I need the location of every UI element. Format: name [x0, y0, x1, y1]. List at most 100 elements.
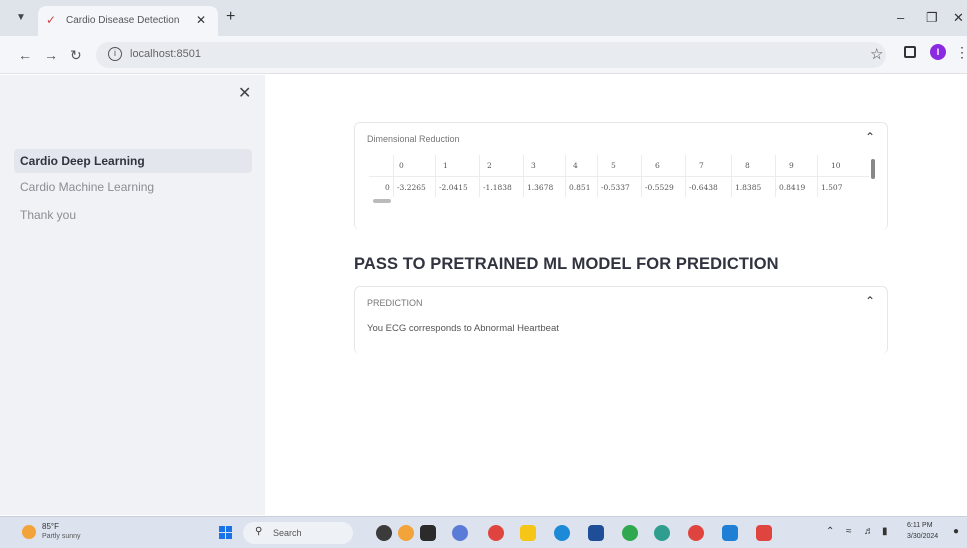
- prediction-expander: PREDICTION ⌃ You ECG corresponds to Abno…: [354, 286, 888, 354]
- dim-reduction-header[interactable]: Dimensional Reduction: [367, 134, 460, 144]
- table-cell: -0.5529: [645, 183, 674, 192]
- app-icon[interactable]: [756, 525, 772, 541]
- column-divider: [817, 155, 818, 197]
- sidebar-close-icon[interactable]: ✕: [238, 83, 251, 103]
- side-panel-icon[interactable]: [904, 46, 916, 58]
- table-cell: 1.3678: [527, 183, 554, 192]
- show-hidden-icons-icon[interactable]: ⌃: [826, 526, 834, 537]
- clock-date[interactable]: 3/30/2024: [907, 533, 938, 540]
- copilot-icon[interactable]: [376, 525, 392, 541]
- col-header: 0: [399, 161, 404, 170]
- clock-time[interactable]: 6:11 PM: [907, 522, 933, 529]
- chrome-icon[interactable]: [688, 525, 704, 541]
- profile-avatar[interactable]: I: [930, 44, 946, 60]
- col-header: 5: [611, 161, 616, 170]
- table-cell: 0.851: [569, 183, 591, 192]
- col-header: 9: [789, 161, 794, 170]
- tab-search-chevron-icon[interactable]: ▼: [16, 12, 28, 24]
- vertical-scrollbar[interactable]: [871, 159, 875, 179]
- column-divider: [685, 155, 686, 197]
- dim-reduction-expander: Dimensional Reduction ⌃ 0 1 2 3 4 5 6 7 …: [354, 122, 888, 230]
- app-icon[interactable]: [622, 525, 638, 541]
- address-bar-row: ← → ↻ i localhost:8501 ☆: [0, 36, 967, 74]
- wifi-icon[interactable]: ≈: [846, 526, 852, 537]
- taskbar-search[interactable]: ⚲ Search: [243, 522, 353, 544]
- search-icon: ⚲: [255, 526, 263, 537]
- chat-icon[interactable]: [452, 525, 468, 541]
- task-view-icon[interactable]: [420, 525, 436, 541]
- windows-start-icon[interactable]: [219, 526, 233, 540]
- edge-icon[interactable]: [554, 525, 570, 541]
- vscode-icon[interactable]: [722, 525, 738, 541]
- table-cell: -1.1838: [483, 183, 512, 192]
- chrome-icon[interactable]: [488, 525, 504, 541]
- file-explorer-icon[interactable]: [520, 525, 536, 541]
- table-cell: -0.6438: [689, 183, 718, 192]
- weather-sun-icon[interactable]: [22, 525, 36, 539]
- browser-menu-icon[interactable]: ⋮: [955, 44, 967, 61]
- browser-tab[interactable]: ✓ Cardio Disease Detection ✕: [38, 6, 218, 36]
- back-icon[interactable]: ←: [18, 47, 32, 63]
- sidebar-item-thank-you[interactable]: Thank you: [14, 203, 252, 227]
- weather-temp[interactable]: 85°F: [42, 522, 59, 531]
- table-cell: -0.5337: [601, 183, 630, 192]
- close-window-icon[interactable]: ✕: [953, 10, 964, 26]
- bookmark-star-icon[interactable]: ☆: [870, 45, 883, 63]
- col-header: 1: [443, 161, 448, 170]
- volume-icon[interactable]: ♬: [864, 526, 874, 537]
- forward-icon[interactable]: →: [44, 47, 58, 63]
- browser-tab-strip: ▼ ✓ Cardio Disease Detection ✕ + – ❐ ✕: [0, 0, 967, 36]
- table-cell: 1.8385: [735, 183, 762, 192]
- column-divider: [565, 155, 566, 197]
- collapse-chevron-icon[interactable]: ⌃: [865, 294, 875, 308]
- prediction-result: You ECG corresponds to Abnormal Heartbea…: [367, 323, 559, 334]
- column-divider: [641, 155, 642, 197]
- horizontal-scrollbar[interactable]: [373, 199, 391, 203]
- notification-bell-icon[interactable]: ●: [953, 526, 959, 537]
- col-header: 10: [831, 161, 841, 170]
- col-header: 7: [699, 161, 704, 170]
- sidebar-item-cardio-deep-learning[interactable]: Cardio Deep Learning: [14, 149, 252, 173]
- column-divider: [731, 155, 732, 197]
- windows-taskbar: 85°F Partly sunny ⚲ Search ⌃ ≈ ♬ ▮ 6:11 …: [0, 516, 967, 548]
- table-row: 0 -3.2265 -2.0415 -1.1838 1.3678 0.851 -…: [369, 177, 869, 197]
- site-info-icon[interactable]: i: [108, 47, 122, 61]
- sidebar: ✕ Cardio Deep Learning Cardio Machine Le…: [0, 75, 265, 515]
- widgets-icon[interactable]: [398, 525, 414, 541]
- streamlit-favicon-icon: ✓: [46, 13, 57, 27]
- sidebar-item-cardio-machine-learning[interactable]: Cardio Machine Learning: [14, 175, 252, 199]
- new-tab-icon[interactable]: +: [226, 9, 235, 25]
- table-cell: -2.0415: [439, 183, 468, 192]
- store-icon[interactable]: [588, 525, 604, 541]
- battery-icon[interactable]: ▮: [882, 526, 888, 537]
- col-header: 3: [531, 161, 536, 170]
- dataframe-header-row: 0 1 2 3 4 5 6 7 8 9 10: [369, 155, 869, 177]
- table-cell: -3.2265: [397, 183, 426, 192]
- url-bar[interactable]: i localhost:8501 ☆: [96, 42, 886, 68]
- dataframe[interactable]: 0 1 2 3 4 5 6 7 8 9 10 0 -3.2265 -2.0415…: [369, 155, 875, 207]
- col-header: 6: [655, 161, 660, 170]
- weather-desc[interactable]: Partly sunny: [42, 533, 81, 540]
- url-text[interactable]: localhost:8501: [130, 48, 201, 60]
- col-header: 4: [573, 161, 578, 170]
- reload-icon[interactable]: ↻: [70, 47, 82, 64]
- prediction-header[interactable]: PREDICTION: [367, 298, 423, 308]
- collapse-chevron-icon[interactable]: ⌃: [865, 130, 875, 144]
- col-header: 2: [487, 161, 492, 170]
- search-label: Search: [273, 528, 302, 538]
- close-tab-icon[interactable]: ✕: [196, 13, 206, 27]
- minimize-icon[interactable]: –: [897, 10, 904, 25]
- table-cell: 0.8419: [779, 183, 806, 192]
- row-index: 0: [385, 183, 390, 192]
- column-divider: [435, 155, 436, 197]
- tab-title: Cardio Disease Detection: [66, 15, 180, 26]
- col-header: 8: [745, 161, 750, 170]
- column-divider: [597, 155, 598, 197]
- page-heading: PASS TO PRETRAINED ML MODEL FOR PREDICTI…: [354, 255, 779, 273]
- app-icon[interactable]: [654, 525, 670, 541]
- column-divider: [775, 155, 776, 197]
- restore-icon[interactable]: ❐: [926, 10, 938, 26]
- table-cell: 1.507: [821, 183, 843, 192]
- column-divider: [523, 155, 524, 197]
- column-divider: [479, 155, 480, 197]
